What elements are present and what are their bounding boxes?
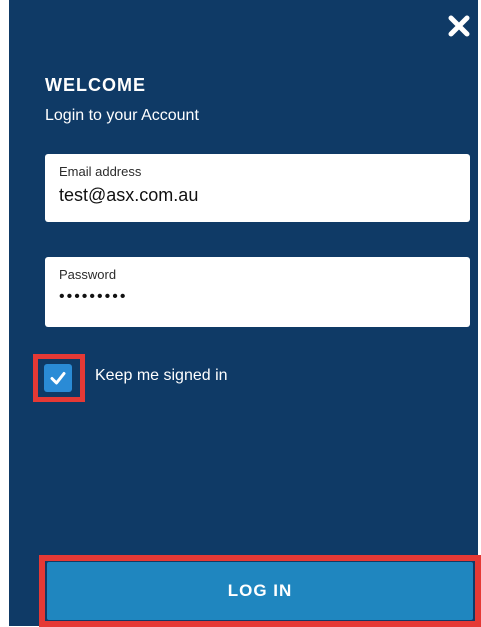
email-field[interactable]: Email address: [45, 154, 470, 222]
keep-signed-in-checkbox[interactable]: [44, 364, 72, 392]
welcome-heading: WELCOME: [45, 75, 146, 95]
login-subheading: Login to your Account: [45, 107, 199, 124]
keep-signed-in-label[interactable]: Keep me signed in: [95, 367, 228, 385]
password-field[interactable]: Password •••••••••: [45, 257, 470, 327]
email-label: Email address: [59, 164, 142, 179]
login-modal: WELCOME Login to your Account Email addr…: [9, 0, 481, 627]
close-icon[interactable]: [445, 12, 473, 40]
password-input[interactable]: •••••••••: [59, 288, 456, 306]
password-label: Password: [59, 267, 117, 282]
checkmark-icon: [50, 372, 66, 385]
login-button[interactable]: LOG IN: [47, 562, 473, 620]
email-input[interactable]: [59, 185, 456, 206]
